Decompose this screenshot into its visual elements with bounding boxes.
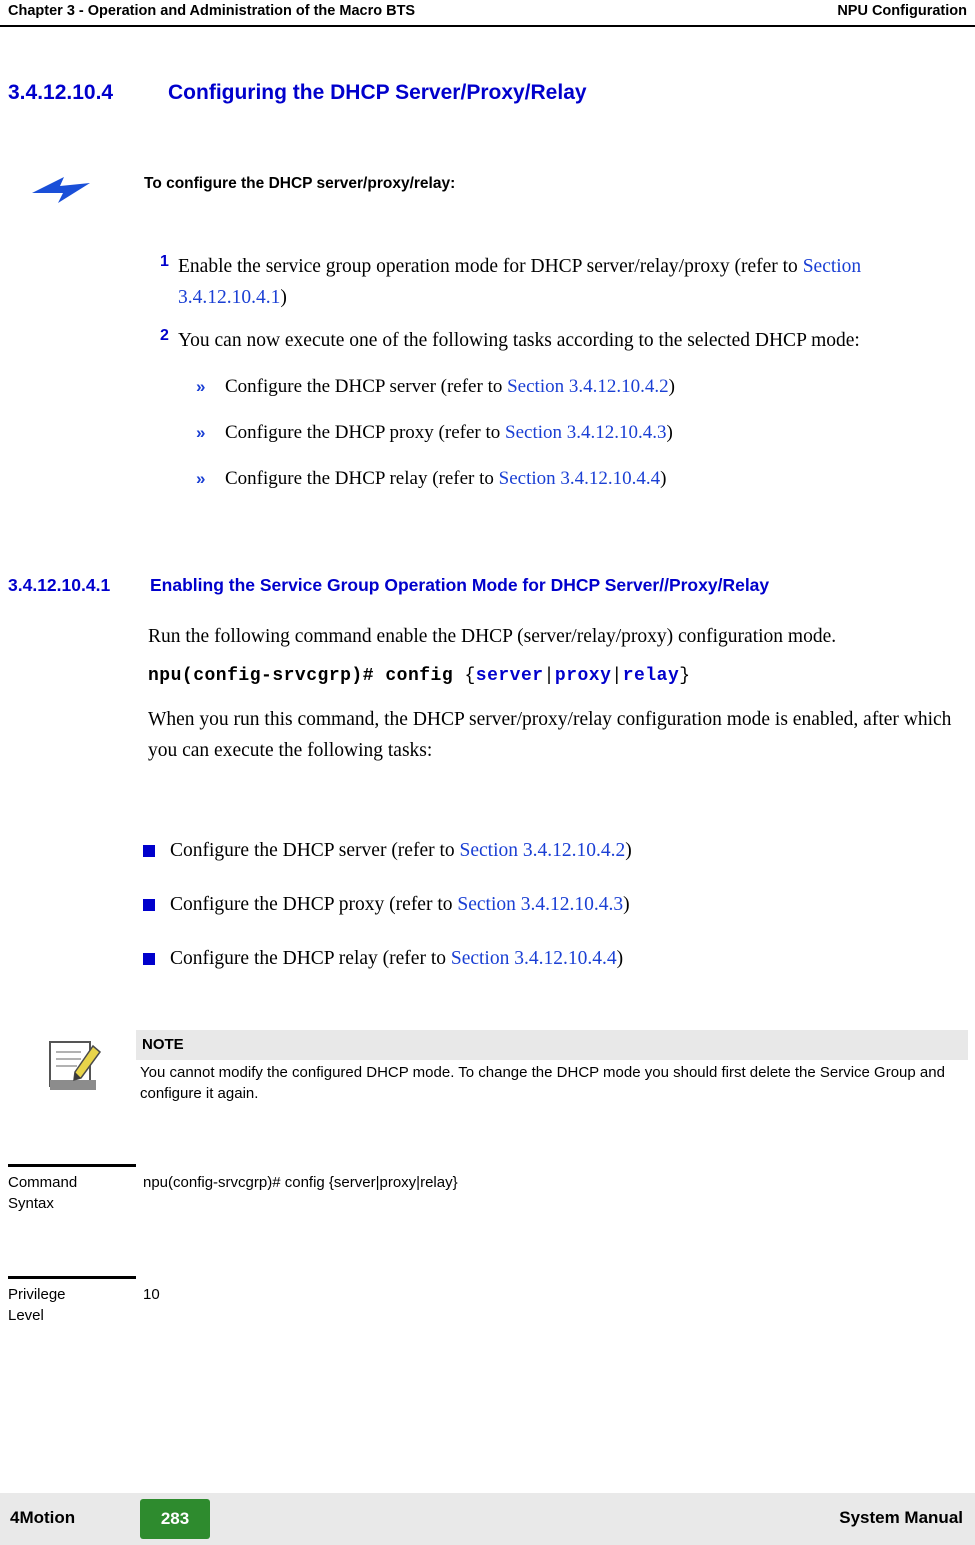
subsection-number: 3.4.12.10.4.1	[8, 575, 111, 595]
cli-prompt: npu(config-srvcgrp)# config	[148, 666, 454, 686]
note-pencil-icon	[47, 1038, 103, 1094]
page-running-header: Chapter 3 - Operation and Administration…	[0, 0, 975, 26]
step-2: 2 You can now execute one of the followi…	[0, 325, 975, 356]
sub-bullet-proxy: » Configure the DHCP proxy (refer to Sec…	[0, 420, 975, 446]
step-2-sub-bullets: » Configure the DHCP server (refer to Se…	[0, 374, 975, 492]
subsection-title: 3.4.12.10.4.1 Enabling the Service Group …	[8, 575, 769, 596]
cli-option-server: server	[475, 666, 544, 686]
chevron-double-right-icon: »	[196, 377, 206, 396]
step-2-number: 2	[160, 327, 169, 344]
step-1-text-after: )	[280, 287, 287, 308]
sub-bullet-server: » Configure the DHCP server (refer to Se…	[0, 374, 975, 400]
step-1-number: 1	[160, 253, 169, 270]
body-paragraph-1: Run the following command enable the DHC…	[148, 626, 837, 647]
task-bullet-relay-text-after: )	[616, 948, 624, 969]
step-1-text: Enable the service group operation mode …	[178, 256, 803, 277]
step-1: 1 Enable the service group operation mod…	[0, 251, 975, 313]
square-bullet-icon	[143, 845, 155, 857]
row-rule	[8, 1276, 136, 1279]
sub-bullet-relay-text-after: )	[660, 468, 667, 489]
footer-page-number: 283	[140, 1499, 210, 1539]
section-heading-text: Configuring the DHCP Server/Proxy/Relay	[168, 81, 587, 104]
sub-bullet-proxy-link[interactable]: Section 3.4.12.10.4.3	[505, 422, 667, 443]
task-bullet-relay-link[interactable]: Section 3.4.12.10.4.4	[451, 948, 617, 969]
privilege-level-label: Privilege Level	[8, 1284, 136, 1326]
task-bullet-proxy-text: Configure the DHCP proxy (refer to	[170, 894, 458, 915]
task-bullet-server-link[interactable]: Section 3.4.12.10.4.2	[460, 840, 626, 861]
footer-product-name: 4Motion	[10, 1508, 76, 1527]
note-title: NOTE	[136, 1030, 968, 1060]
square-bullet-icon	[143, 953, 155, 965]
body-block: Run the following command enable the DHC…	[148, 621, 968, 780]
header-divider	[0, 25, 975, 27]
page-footer: 4Motion 283 System Manual	[0, 1493, 975, 1545]
command-reference-table: Command Syntax npu(config-srvcgrp)# conf…	[0, 1164, 975, 1366]
table-row: Command Syntax npu(config-srvcgrp)# conf…	[0, 1164, 975, 1276]
chevron-double-right-icon: »	[196, 469, 206, 488]
sub-bullet-server-text-after: )	[668, 376, 675, 397]
cli-close-brace: }	[679, 666, 691, 686]
cli-open-brace: {	[464, 666, 476, 686]
cli-sep-2: |	[611, 666, 623, 686]
task-bullet-relay: Configure the DHCP relay (refer to Secti…	[0, 946, 975, 972]
numbered-steps: 1 Enable the service group operation mod…	[0, 251, 975, 512]
section-number: 3.4.12.10.4	[8, 81, 114, 104]
page-title: 3.4.12.10.4 Configuring the DHCP Server/P…	[8, 81, 587, 105]
command-syntax-label-line2: Syntax	[8, 1195, 54, 1212]
command-syntax-label-line1: Command	[8, 1174, 78, 1191]
task-bullet-server-text: Configure the DHCP server (refer to	[170, 840, 460, 861]
sub-bullet-relay-link[interactable]: Section 3.4.12.10.4.4	[499, 468, 661, 489]
callout-label: To configure the DHCP server/proxy/relay…	[144, 175, 456, 192]
header-chapter-text: Chapter 3 - Operation and Administration…	[8, 3, 416, 19]
step-2-text: You can now execute one of the following…	[178, 330, 860, 351]
square-bullet-icon	[143, 899, 155, 911]
subsection-heading-text: Enabling the Service Group Operation Mod…	[150, 575, 770, 595]
footer-manual-name: System Manual	[839, 1508, 963, 1527]
privilege-level-label-line1: Privilege	[8, 1286, 66, 1303]
cli-command-line: npu(config-srvcgrp)# config {server|prox…	[148, 666, 968, 686]
sub-bullet-server-text: Configure the DHCP server (refer to	[225, 376, 508, 397]
cli-option-proxy: proxy	[554, 666, 612, 686]
table-row: Privilege Level 10	[0, 1276, 975, 1366]
task-bullet-proxy-text-after: )	[623, 894, 630, 915]
sub-bullet-server-link[interactable]: Section 3.4.12.10.4.2	[507, 376, 669, 397]
chevron-double-right-icon: »	[196, 423, 206, 442]
task-bullet-list: Configure the DHCP server (refer to Sect…	[0, 838, 975, 1000]
sub-bullet-proxy-text: Configure the DHCP proxy (refer to	[225, 422, 506, 443]
to-configure-callout: To configure the DHCP server/proxy/relay…	[8, 161, 968, 211]
command-syntax-value: npu(config-srvcgrp)# config {server|prox…	[143, 1174, 458, 1191]
blue-arrow-icon	[30, 173, 92, 207]
sub-bullet-relay: » Configure the DHCP relay (refer to Sec…	[0, 466, 975, 492]
task-bullet-relay-text: Configure the DHCP relay (refer to	[170, 948, 451, 969]
cli-option-relay: relay	[622, 666, 680, 686]
task-bullet-server-text-after: )	[625, 840, 632, 861]
sub-bullet-proxy-text-after: )	[666, 422, 673, 443]
task-bullet-proxy: Configure the DHCP proxy (refer to Secti…	[0, 892, 975, 918]
header-topic-text: NPU Configuration	[837, 3, 967, 19]
privilege-level-label-line2: Level	[8, 1307, 44, 1324]
body-paragraph-2: When you run this command, the DHCP serv…	[148, 709, 952, 761]
note-text: You cannot modify the configured DHCP mo…	[140, 1064, 945, 1102]
task-bullet-server: Configure the DHCP server (refer to Sect…	[0, 838, 975, 864]
sub-bullet-relay-text: Configure the DHCP relay (refer to	[225, 468, 499, 489]
row-rule	[8, 1164, 136, 1167]
cli-sep-1: |	[543, 666, 555, 686]
privilege-level-value: 10	[143, 1286, 160, 1303]
task-bullet-proxy-link[interactable]: Section 3.4.12.10.4.3	[457, 894, 623, 915]
command-syntax-label: Command Syntax	[8, 1172, 136, 1214]
